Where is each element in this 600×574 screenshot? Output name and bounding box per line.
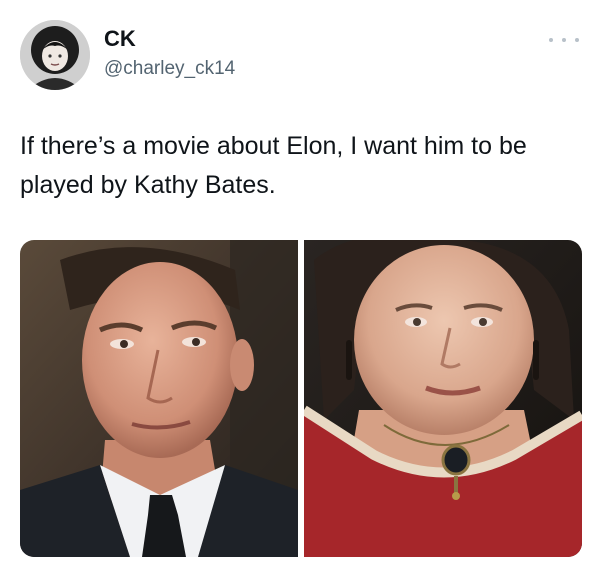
more-dot xyxy=(549,38,553,42)
woman-in-red-dress-image xyxy=(304,240,582,557)
man-in-suit-image xyxy=(20,240,298,557)
avatar[interactable] xyxy=(20,20,90,90)
more-dot xyxy=(562,38,566,42)
avatar-image xyxy=(20,20,90,90)
media-photo-left[interactable] xyxy=(20,240,298,557)
more-options-icon[interactable] xyxy=(549,33,579,47)
tweet-media xyxy=(20,240,582,557)
display-name[interactable]: CK xyxy=(104,26,136,52)
tweet-card: CK @charley_ck14 If there’s a movie abou… xyxy=(0,0,600,574)
media-photo-right[interactable] xyxy=(304,240,582,557)
tweet-text: If there’s a movie about Elon, I want hi… xyxy=(20,132,527,199)
more-dot xyxy=(575,38,579,42)
user-handle[interactable]: @charley_ck14 xyxy=(104,58,235,80)
